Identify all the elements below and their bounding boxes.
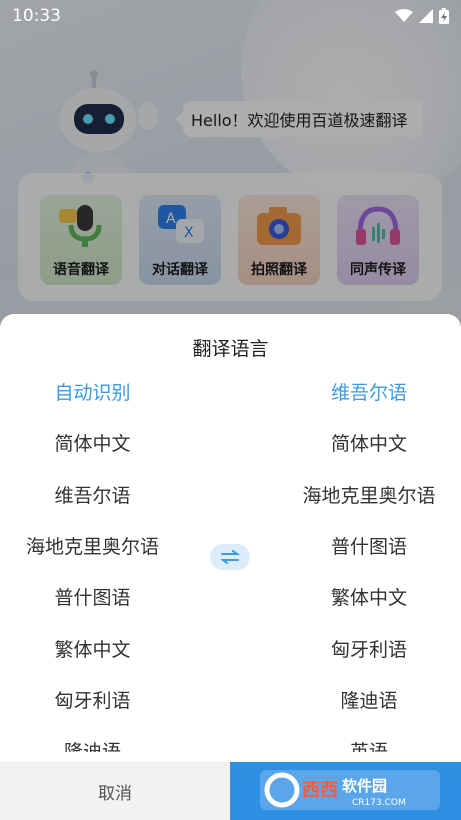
confirm-button[interactable]: 西西 软件园 CR173.COM [230,762,461,820]
target-language-item[interactable]: 维吾尔语 [269,366,461,417]
status-bar: 10:33 [0,0,461,32]
cancel-button[interactable]: 取消 [0,762,230,820]
target-language-item[interactable]: 简体中文 [269,417,461,468]
target-language-item[interactable]: 英语 [269,725,461,752]
source-language-item[interactable]: 自动识别 [0,366,185,417]
signal-icon [419,9,433,23]
target-language-item[interactable]: 隆迪语 [269,674,461,725]
source-language-list[interactable]: 自动识别 简体中文 维吾尔语 海地克里奥尔语 普什图语 繁体中文 匈牙利语 隆迪… [0,366,200,752]
sheet-title: 翻译语言 [192,338,269,360]
source-language-item[interactable]: 简体中文 [0,417,185,468]
cancel-label: 取消 [98,783,132,804]
status-time: 10:33 [12,6,61,26]
target-language-item[interactable]: 匈牙利语 [269,622,461,673]
sheet-footer: 取消 西西 软件园 CR173.COM [0,762,461,820]
swap-languages-button[interactable] [210,544,250,570]
target-language-item[interactable]: 海地克里奥尔语 [269,469,461,520]
source-language-item[interactable]: 隆迪语 [0,725,185,752]
watermark-logo: 西西 软件园 CR173.COM [260,770,440,810]
source-language-item[interactable]: 普什图语 [0,571,185,622]
source-language-item[interactable]: 繁体中文 [0,622,185,673]
target-language-item[interactable]: 普什图语 [269,520,461,571]
wifi-icon [395,9,413,22]
source-language-item[interactable]: 海地克里奥尔语 [0,520,185,571]
status-icons [395,8,449,24]
swap-arrows-icon [220,550,240,564]
svg-text:软件园: 软件园 [342,777,387,795]
source-language-item[interactable]: 维吾尔语 [0,469,185,520]
svg-text:CR173.COM: CR173.COM [352,798,406,808]
target-language-item[interactable]: 繁体中文 [269,571,461,622]
language-picker-sheet: 翻译语言 自动识别 简体中文 维吾尔语 海地克里奥尔语 普什图语 繁体中文 匈牙… [0,314,461,820]
battery-charging-icon [439,8,449,24]
svg-text:西西: 西西 [302,780,338,801]
target-language-list[interactable]: 维吾尔语 简体中文 海地克里奥尔语 普什图语 繁体中文 匈牙利语 隆迪语 英语 [269,366,461,752]
source-language-item[interactable]: 匈牙利语 [0,674,185,725]
